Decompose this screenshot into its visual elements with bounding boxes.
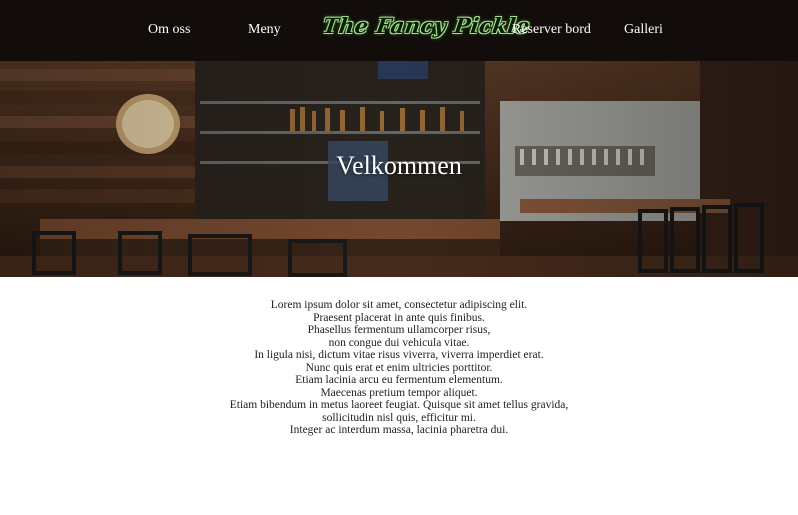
intro-line: In ligula nisi, dictum vitae risus viver…	[254, 349, 544, 361]
intro-line: non congue dui vehicula vitae.	[328, 336, 470, 349]
intro-line: sollicitudin nisl quis, efficitur mi.	[322, 411, 476, 424]
hero-title: Velkommen	[336, 151, 462, 180]
intro-line: Maecenas pretium tempor aliquet.	[320, 386, 478, 399]
nav-link-reserver-bord[interactable]: Reserver bord	[512, 22, 591, 38]
site-logo[interactable]: The Fancy Pickle	[321, 13, 531, 38]
intro-line: Praesent placerat in ante quis finibus.	[313, 311, 485, 324]
intro-text: Lorem ipsum dolor sit amet, consectetur …	[0, 277, 798, 437]
intro-line: Nunc quis erat et enim ultricies porttit…	[305, 361, 493, 374]
nav-link-galleri[interactable]: Galleri	[624, 22, 663, 38]
intro-line: Etiam lacinia arcu eu fermentum elementu…	[295, 374, 503, 386]
hero-banner: Velkommen	[0, 61, 798, 277]
intro-line: Lorem ipsum dolor sit amet, consectetur …	[270, 299, 528, 311]
nav-link-meny[interactable]: Meny	[248, 22, 281, 38]
nav-link-om-oss[interactable]: Om oss	[148, 22, 190, 38]
intro-line: Phasellus fermentum ullamcorper risus,	[307, 324, 491, 336]
top-navigation: Om oss Meny The Fancy Pickle Reserver bo…	[0, 0, 798, 61]
intro-line: Etiam bibendum in metus laoreet feugiat.…	[229, 399, 569, 411]
intro-line: Integer ac interdum massa, lacinia phare…	[289, 424, 509, 436]
